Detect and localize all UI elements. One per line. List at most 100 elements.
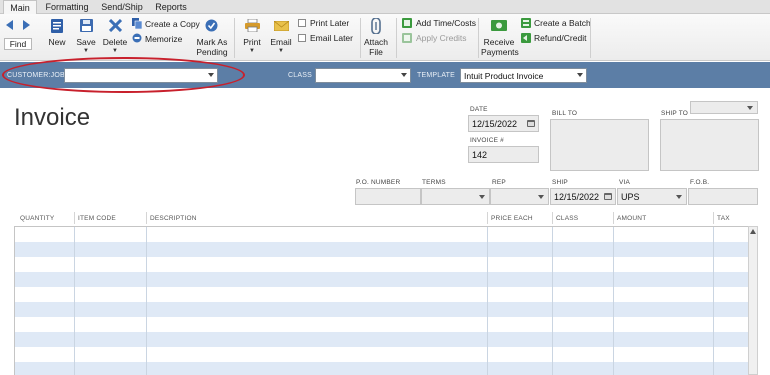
- tab-reports[interactable]: Reports: [152, 0, 190, 14]
- calendar-icon[interactable]: [604, 193, 612, 200]
- payments-icon: [491, 20, 507, 31]
- tab-send-ship[interactable]: Send/Ship: [97, 0, 147, 14]
- find-label: Find: [4, 38, 32, 50]
- tab-formatting[interactable]: Formatting: [42, 0, 92, 14]
- attach-file-button[interactable]: Attach File: [363, 17, 389, 59]
- chevron-down-icon[interactable]: [401, 73, 407, 77]
- scroll-up-icon[interactable]: [750, 229, 756, 234]
- column-header-item-code[interactable]: ITEM CODE: [78, 214, 116, 223]
- fob-label: F.O.B.: [690, 179, 710, 186]
- table-row[interactable]: [15, 317, 748, 332]
- time-costs-icon: [402, 18, 412, 28]
- ribbon-separator: [590, 18, 591, 58]
- save-dropdown-icon[interactable]: ▼: [83, 48, 89, 54]
- table-row[interactable]: [15, 347, 748, 362]
- mark-as-pending-button[interactable]: Mark As Pending: [195, 17, 229, 59]
- email-dropdown-icon[interactable]: ▼: [278, 48, 284, 54]
- delete-label: Delete: [102, 37, 128, 47]
- terms-dropdown[interactable]: [421, 188, 490, 205]
- ship-to-address-dropdown[interactable]: [690, 101, 758, 114]
- column-divider[interactable]: [552, 212, 553, 224]
- ribbon-separator: [396, 18, 397, 58]
- line-items-grid[interactable]: [14, 226, 748, 375]
- column-header-description[interactable]: DESCRIPTION: [150, 214, 197, 223]
- ship-label: SHIP: [552, 179, 568, 186]
- refund-credit-button[interactable]: Refund/Credit: [521, 33, 587, 45]
- chevron-down-icon[interactable]: [577, 73, 583, 77]
- ribbon-separator: [360, 18, 361, 58]
- column-divider[interactable]: [487, 212, 488, 224]
- column-line: [552, 227, 553, 375]
- find-button[interactable]: Find: [4, 18, 32, 58]
- column-divider[interactable]: [713, 212, 714, 224]
- print-button[interactable]: Print ▼: [239, 17, 265, 59]
- po-number-label: P.O. NUMBER: [356, 179, 401, 186]
- apply-credits-label: Apply Credits: [416, 33, 467, 43]
- template-dropdown[interactable]: Intuit Product Invoice: [460, 68, 587, 83]
- create-copy-button[interactable]: Create a Copy: [132, 18, 200, 31]
- memorize-label: Memorize: [145, 34, 183, 44]
- printer-icon: [245, 19, 260, 32]
- email-later-check[interactable]: [298, 34, 306, 42]
- delete-button[interactable]: Delete ▼: [102, 17, 128, 59]
- refund-credit-label: Refund/Credit: [534, 33, 587, 43]
- apply-credits-button[interactable]: Apply Credits: [402, 33, 474, 45]
- new-label: New: [48, 37, 66, 47]
- memorize-button[interactable]: Memorize: [132, 33, 196, 46]
- save-button[interactable]: Save ▼: [73, 17, 99, 59]
- create-batch-button[interactable]: Create a Batch: [521, 18, 591, 30]
- table-row[interactable]: [15, 257, 748, 272]
- column-divider[interactable]: [74, 212, 75, 224]
- bill-to-field[interactable]: [550, 119, 649, 171]
- terms-label: TERMS: [422, 179, 446, 186]
- delete-dropdown-icon[interactable]: ▼: [112, 48, 118, 54]
- table-row[interactable]: [15, 302, 748, 317]
- pending-icon: [205, 19, 218, 32]
- date-label: DATE: [470, 106, 488, 113]
- via-dropdown[interactable]: UPS: [617, 188, 687, 205]
- chevron-down-icon[interactable]: [538, 195, 544, 199]
- invoice-number-field[interactable]: 142: [468, 146, 539, 163]
- copy-icon: [132, 18, 142, 29]
- ribbon-tab-bar: Main Formatting Send/Ship Reports: [0, 0, 770, 15]
- rep-dropdown[interactable]: [490, 188, 549, 205]
- x-delete-icon: [109, 19, 122, 32]
- column-header-quantity[interactable]: QUANTITY: [20, 214, 54, 223]
- tab-main[interactable]: Main: [3, 0, 37, 15]
- ship-date-value: 12/15/2022: [554, 192, 600, 202]
- table-row[interactable]: [15, 332, 748, 347]
- table-row[interactable]: [15, 242, 748, 257]
- class-dropdown[interactable]: [315, 68, 411, 83]
- email-button[interactable]: Email ▼: [268, 17, 294, 59]
- print-later-checkbox[interactable]: Print Later: [298, 18, 358, 30]
- add-time-costs-button[interactable]: Add Time/Costs: [402, 18, 476, 30]
- column-line: [613, 227, 614, 375]
- column-header-amount[interactable]: AMOUNT: [617, 214, 646, 223]
- table-row[interactable]: [15, 287, 748, 302]
- table-row[interactable]: [15, 362, 748, 375]
- column-divider[interactable]: [613, 212, 614, 224]
- ship-to-field[interactable]: [660, 119, 759, 171]
- chevron-down-icon[interactable]: [676, 195, 682, 199]
- ship-date-field[interactable]: 12/15/2022: [550, 188, 616, 205]
- receive-payments-button[interactable]: Receive Payments: [481, 17, 519, 59]
- column-header-class[interactable]: CLASS: [556, 214, 578, 223]
- via-label: VIA: [619, 179, 631, 186]
- column-divider[interactable]: [146, 212, 147, 224]
- column-header-price-each[interactable]: PRICE EACH: [491, 214, 533, 223]
- new-button[interactable]: New: [44, 17, 70, 59]
- po-number-field[interactable]: [355, 188, 421, 205]
- fob-field[interactable]: [688, 188, 758, 205]
- chevron-down-icon[interactable]: [747, 106, 753, 110]
- invoice-window: Main Formatting Send/Ship Reports Find N…: [0, 0, 770, 375]
- chevron-down-icon[interactable]: [479, 195, 485, 199]
- table-row[interactable]: [15, 272, 748, 287]
- table-row[interactable]: [15, 227, 748, 242]
- calendar-icon[interactable]: [527, 120, 535, 127]
- column-header-tax[interactable]: TAX: [717, 214, 730, 223]
- email-later-checkbox[interactable]: Email Later: [298, 33, 358, 45]
- date-field[interactable]: 12/15/2022: [468, 115, 539, 132]
- print-later-check[interactable]: [298, 19, 306, 27]
- print-dropdown-icon[interactable]: ▼: [249, 48, 255, 54]
- grid-scrollbar[interactable]: [748, 226, 758, 375]
